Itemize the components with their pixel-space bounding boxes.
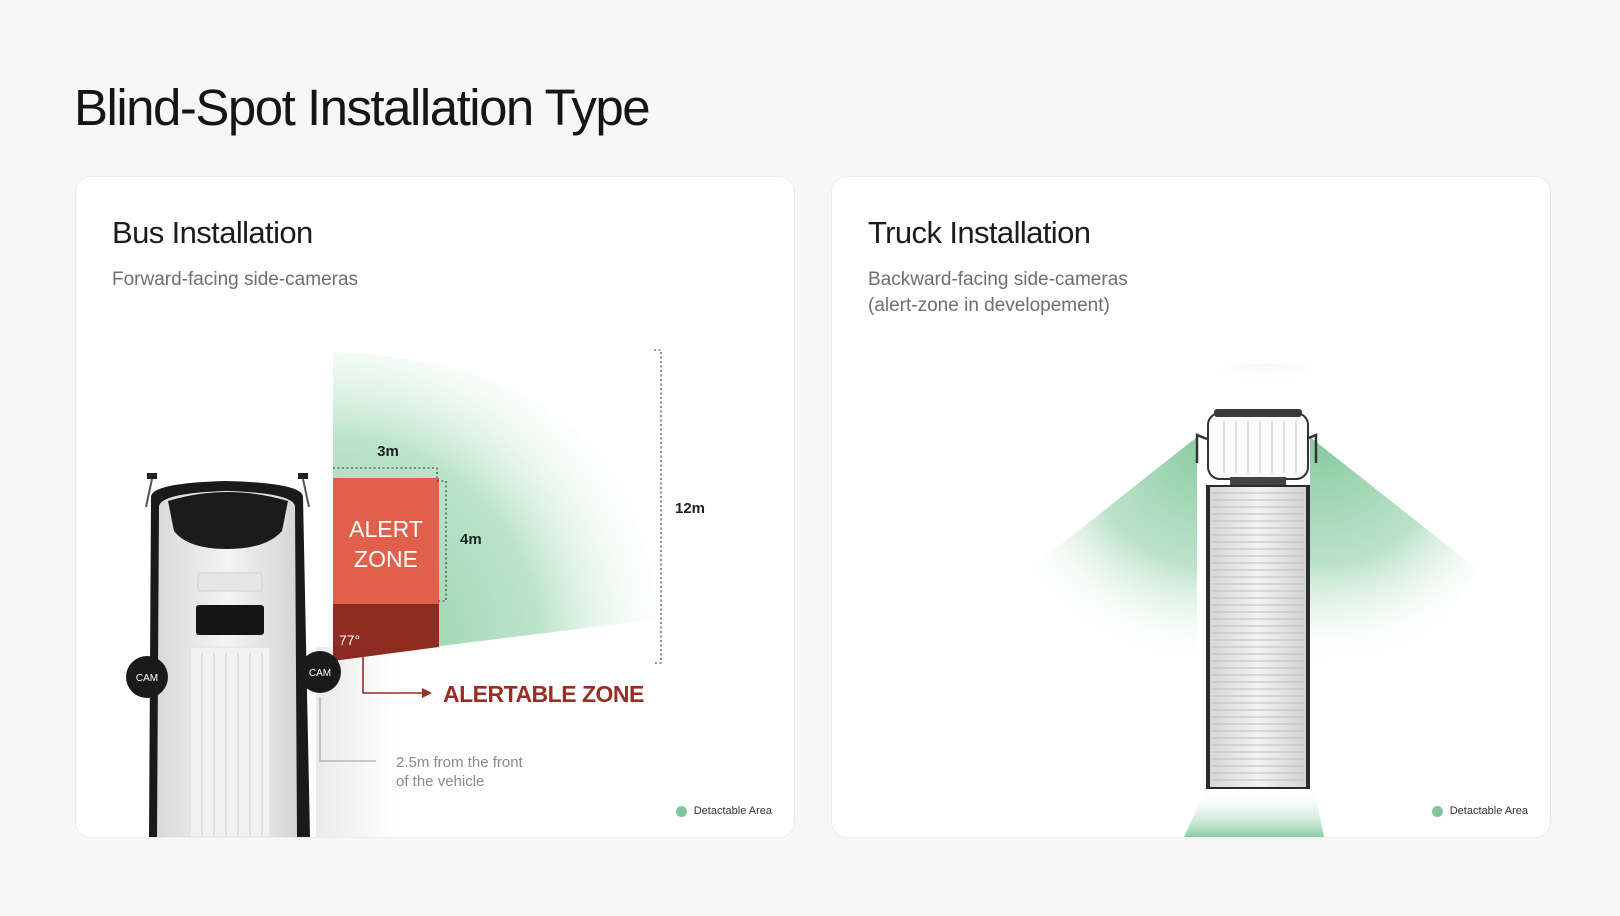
- page-title: Blind-Spot Installation Type: [74, 79, 651, 136]
- truck-installation-card: Truck Installation Backward-facing side-…: [831, 176, 1551, 838]
- bus-installation-card: Bus Installation Forward-facing side-cam…: [75, 176, 795, 838]
- left-camera-label: CAM: [136, 673, 158, 684]
- depth-label: 4m: [460, 531, 482, 548]
- truck-cab: [1207, 409, 1309, 485]
- right-camera-label: CAM: [309, 668, 331, 679]
- truck-trailer: [1206, 485, 1310, 789]
- width-label: 3m: [377, 443, 399, 460]
- truck-legend: Detactable Area: [1431, 805, 1528, 817]
- truck-rear-detectable-area: [1184, 789, 1324, 837]
- truck-left-detectable-area: [1030, 437, 1197, 747]
- bus-diagram: 3m 4m 12m ALERT ZONE 77° ALERTABLE ZONE …: [126, 349, 705, 837]
- bus-legend: Detactable Area: [675, 805, 772, 817]
- camera-position-note-line1: 2.5m from the front: [396, 754, 524, 771]
- truck-right-detectable-area: [1310, 437, 1477, 747]
- legend-dot-icon: [1431, 805, 1443, 817]
- truck-legend-label: Detactable Area: [1449, 805, 1528, 817]
- range-label: 12m: [675, 500, 705, 517]
- camera-position-note-line2: of the vehicle: [396, 773, 484, 790]
- truck-diagram: [1030, 363, 1477, 837]
- alert-zone-label-line2: ZONE: [354, 546, 418, 572]
- alertable-zone-label: ALERTABLE ZONE: [443, 681, 644, 707]
- bus-legend-label: Detactable Area: [693, 805, 772, 817]
- bus-vehicle: [145, 473, 310, 837]
- angle-label: 77°: [339, 632, 360, 648]
- legend-dot-icon: [675, 805, 687, 817]
- alertable-arrow-head: [422, 688, 432, 698]
- alert-zone-label-line1: ALERT: [349, 516, 423, 542]
